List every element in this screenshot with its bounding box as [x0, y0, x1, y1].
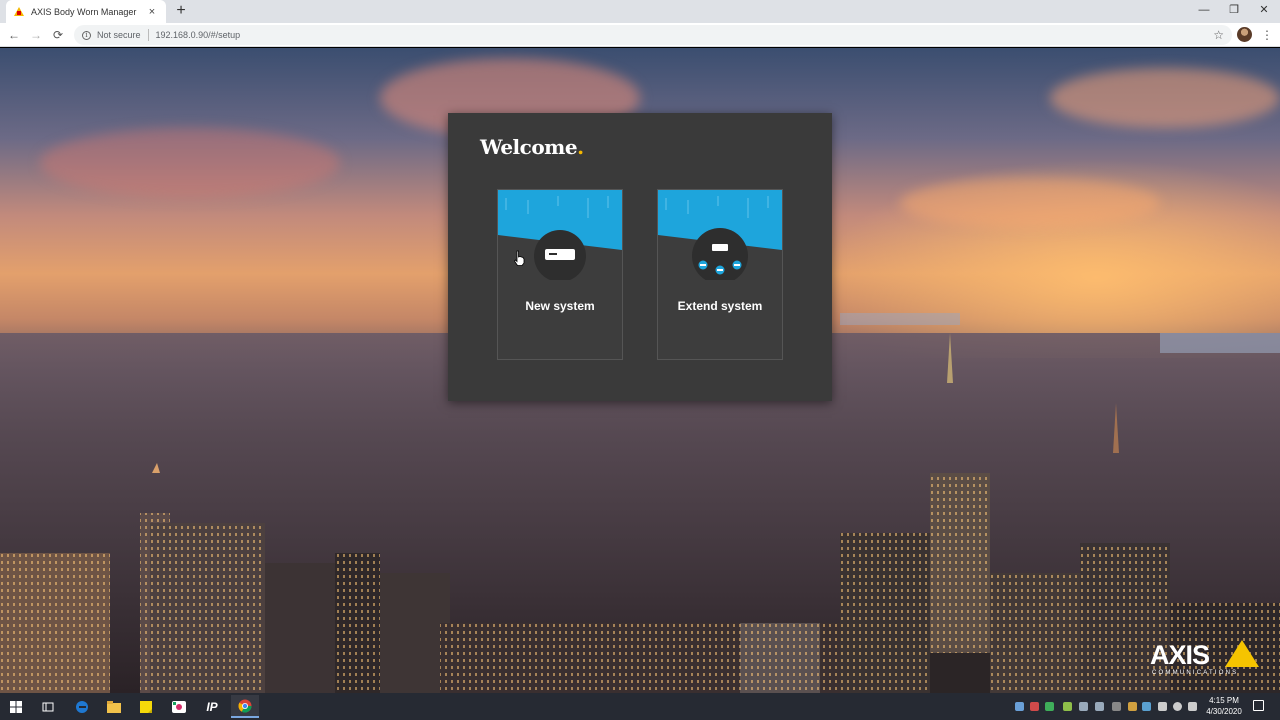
- cloud: [40, 128, 340, 198]
- tray-icon[interactable]: [1063, 702, 1072, 711]
- clock-date: 4/30/2020: [1206, 707, 1242, 716]
- tray-icon[interactable]: [1030, 702, 1039, 711]
- axis-triangle-icon: [1225, 640, 1259, 667]
- reload-button[interactable]: ⟳: [49, 26, 67, 44]
- address-bar[interactable]: i Not secure 192.168.0.90/#/setup ☆: [74, 25, 1232, 45]
- tray-icon[interactable]: [1079, 702, 1088, 711]
- app-icon[interactable]: [165, 695, 193, 718]
- axis-logo-subtitle: COMMUNICATIONS: [1152, 670, 1239, 676]
- windows-taskbar: IP 4:15 PM 4/30/2020: [0, 693, 1280, 720]
- tab-title: AXIS Body Worn Manager: [31, 6, 137, 17]
- info-icon[interactable]: i: [82, 30, 91, 40]
- bookmark-star-icon[interactable]: ☆: [1213, 28, 1224, 42]
- axis-logo-word: AXIS: [1150, 640, 1210, 670]
- tray-icon[interactable]: [1112, 702, 1121, 711]
- system-clock[interactable]: 4:15 PM 4/30/2020: [1200, 695, 1248, 717]
- volume-icon[interactable]: [1188, 702, 1197, 711]
- device-network-icon: [658, 190, 782, 280]
- network-icon[interactable]: [1173, 702, 1182, 711]
- minimize-button[interactable]: —: [1187, 0, 1221, 23]
- device-icon: [498, 190, 622, 280]
- new-tab-button[interactable]: +: [172, 2, 190, 20]
- ip-app-icon[interactable]: IP: [198, 695, 226, 718]
- browser-menu-icon[interactable]: ⋮: [1260, 26, 1274, 44]
- separator: [147, 29, 149, 41]
- forward-button[interactable]: →: [27, 26, 45, 44]
- file-explorer-icon[interactable]: [100, 695, 128, 718]
- new-system-card[interactable]: New system: [497, 189, 623, 360]
- page-background: Welcome. New system Extend system AXIS C…: [0, 48, 1280, 693]
- task-view-icon[interactable]: [34, 695, 62, 718]
- tray-icon[interactable]: [1045, 702, 1054, 711]
- tray-icon[interactable]: [1128, 702, 1137, 711]
- notification-center-icon[interactable]: [1253, 700, 1264, 711]
- axis-favicon-icon: [14, 7, 24, 16]
- tab-close-icon[interactable]: ×: [146, 6, 158, 18]
- edge-icon[interactable]: [68, 695, 96, 718]
- url-text[interactable]: 192.168.0.90/#/setup: [156, 30, 241, 40]
- close-window-button[interactable]: ✕: [1247, 0, 1280, 23]
- cloud: [900, 178, 1160, 228]
- battery-icon[interactable]: [1158, 702, 1167, 711]
- browser-toolbar: ← → ⟳ i Not secure 192.168.0.90/#/setup …: [0, 23, 1280, 47]
- windows-start-icon[interactable]: [2, 695, 30, 718]
- cloud: [1050, 68, 1280, 128]
- welcome-heading: Welcome.: [480, 135, 584, 159]
- sticky-notes-icon[interactable]: [132, 695, 160, 718]
- clock-time: 4:15 PM: [1209, 696, 1239, 705]
- tray-icon[interactable]: [1015, 702, 1024, 711]
- back-button[interactable]: ←: [5, 26, 23, 44]
- maximize-button[interactable]: ❐: [1217, 0, 1251, 23]
- extend-system-card[interactable]: Extend system: [657, 189, 783, 360]
- axis-logo: AXIS COMMUNICATIONS: [1150, 640, 1262, 682]
- tray-icon[interactable]: [1095, 702, 1104, 711]
- tab-strip: AXIS Body Worn Manager × + — ❐ ✕: [0, 0, 1280, 23]
- welcome-panel: Welcome. New system Extend system: [448, 113, 832, 401]
- profile-avatar[interactable]: [1237, 27, 1252, 42]
- extend-system-label: Extend system: [677, 299, 763, 313]
- hand-cursor-icon: [513, 250, 525, 266]
- tray-icon[interactable]: [1142, 702, 1151, 711]
- security-label: Not secure: [97, 30, 141, 40]
- browser-tab[interactable]: AXIS Body Worn Manager ×: [6, 0, 166, 23]
- chrome-icon[interactable]: [231, 695, 259, 718]
- new-system-label: New system: [525, 299, 595, 313]
